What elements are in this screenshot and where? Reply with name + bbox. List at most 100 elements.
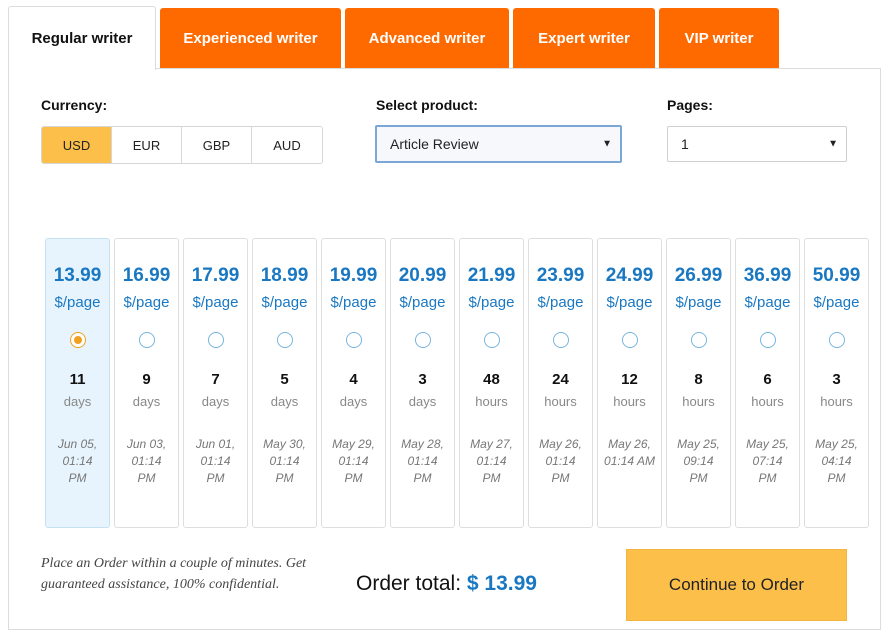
tab-expert-writer[interactable]: Expert writer	[513, 8, 655, 68]
deadline-radio[interactable]	[345, 332, 362, 348]
deadline-price-unit: $/page	[192, 294, 239, 311]
deadline-card[interactable]: 24.99 $/page 12 hours May 26, 01:14 AM	[597, 238, 662, 528]
deadline-card[interactable]: 13.99 $/page 11 days Jun 05, 01:14 PM	[45, 238, 110, 528]
deadline-amount: 7	[211, 371, 220, 388]
deadline-price: 17.99	[191, 265, 240, 286]
deadline-price: 36.99	[743, 265, 792, 286]
deadline-date-line: May 28,	[401, 437, 444, 451]
product-select[interactable]: Article Review ▼	[375, 125, 622, 163]
deadline-amount: 9	[142, 371, 151, 388]
deadline-card[interactable]: 20.99 $/page 3 days May 28, 01:14 PM	[390, 238, 455, 528]
deadline-card[interactable]: 26.99 $/page 8 hours May 25, 09:14 PM	[666, 238, 731, 528]
deadline-date-line: May 29,	[332, 437, 375, 451]
chevron-down-icon: ▼	[602, 138, 612, 150]
deadline-date: May 26, 01:14 AM	[600, 436, 659, 470]
deadline-radio[interactable]	[276, 332, 293, 348]
deadline-date-line: 01:14	[131, 454, 162, 468]
deadline-card[interactable]: 50.99 $/page 3 hours May 25, 04:14 PM	[804, 238, 869, 528]
deadline-date-line: PM	[137, 471, 156, 485]
deadline-date-line: Jun 03,	[126, 437, 167, 451]
currency-aud-button[interactable]: AUD	[252, 127, 322, 163]
deadline-date-line: May 25,	[746, 437, 789, 451]
deadline-date-line: 01:14	[338, 454, 369, 468]
pages-select[interactable]: 1 ▼	[667, 126, 847, 162]
order-total-value: $ 13.99	[466, 572, 537, 595]
deadline-date: May 26, 01:14 PM	[531, 436, 590, 487]
deadline-date-line: PM	[68, 471, 87, 485]
deadline-amount: 6	[763, 371, 772, 388]
tab-advanced-writer[interactable]: Advanced writer	[345, 8, 509, 68]
deadline-card[interactable]: 36.99 $/page 6 hours May 25, 07:14 PM	[735, 238, 800, 528]
deadline-date: May 25, 04:14 PM	[807, 436, 866, 487]
deadline-date-line: Jun 01,	[195, 437, 236, 451]
deadline-card[interactable]: 21.99 $/page 48 hours May 27, 01:14 PM	[459, 238, 524, 528]
deadline-date-line: Jun 05,	[57, 437, 98, 451]
tab-experienced-writer[interactable]: Experienced writer	[160, 8, 341, 68]
deadline-radio[interactable]	[690, 332, 707, 348]
deadline-radio[interactable]	[552, 332, 569, 348]
deadline-price-unit: $/page	[606, 294, 653, 311]
deadline-date-line: 01:14 AM	[604, 454, 655, 468]
continue-to-order-button[interactable]: Continue to Order	[626, 549, 847, 621]
tab-regular-writer[interactable]: Regular writer	[8, 6, 156, 70]
deadline-date-line: PM	[551, 471, 570, 485]
deadline-date: May 25, 07:14 PM	[738, 436, 797, 487]
deadline-price: 20.99	[398, 265, 447, 286]
deadline-radio[interactable]	[621, 332, 638, 348]
deadline-price: 21.99	[467, 265, 516, 286]
deadline-radio[interactable]	[759, 332, 776, 348]
deadline-unit: hours	[475, 394, 508, 409]
deadline-date: May 29, 01:14 PM	[324, 436, 383, 487]
deadline-date-line: PM	[689, 471, 708, 485]
deadline-options: 13.99 $/page 11 days Jun 05, 01:14 PM 16.99 $/pa…	[45, 238, 871, 528]
deadline-price: 24.99	[605, 265, 654, 286]
deadline-price-unit: $/page	[123, 294, 170, 311]
deadline-amount: 48	[483, 371, 500, 388]
product-label: Select product:	[376, 97, 478, 113]
deadline-date-line: May 25,	[815, 437, 858, 451]
pages-label: Pages:	[667, 97, 713, 113]
deadline-price: 23.99	[536, 265, 585, 286]
deadline-date-line: PM	[413, 471, 432, 485]
deadline-radio[interactable]	[138, 332, 155, 348]
deadline-date: Jun 03, 01:14 PM	[117, 436, 176, 487]
deadline-radio[interactable]	[69, 332, 86, 348]
deadline-amount: 11	[69, 371, 86, 388]
deadline-unit: days	[132, 394, 161, 409]
deadline-card[interactable]: 16.99 $/page 9 days Jun 03, 01:14 PM	[114, 238, 179, 528]
deadline-date-line: PM	[344, 471, 363, 485]
deadline-price-unit: $/page	[744, 294, 791, 311]
deadline-price: 50.99	[812, 265, 861, 286]
deadline-card[interactable]: 18.99 $/page 5 days May 30, 01:14 PM	[252, 238, 317, 528]
deadline-unit: days	[408, 394, 437, 409]
deadline-date-line: 09:14	[683, 454, 714, 468]
currency-usd-button[interactable]: USD	[42, 127, 112, 163]
deadline-date-line: PM	[206, 471, 225, 485]
deadline-date-line: May 27,	[470, 437, 513, 451]
deadline-price-unit: $/page	[813, 294, 860, 311]
deadline-date: Jun 01, 01:14 PM	[186, 436, 245, 487]
deadline-radio[interactable]	[207, 332, 224, 348]
deadline-date-line: May 26,	[539, 437, 582, 451]
deadline-unit: hours	[820, 394, 853, 409]
deadline-price-unit: $/page	[54, 294, 101, 311]
currency-gbp-button[interactable]: GBP	[182, 127, 252, 163]
deadline-amount: 12	[621, 371, 638, 388]
deadline-unit: days	[63, 394, 92, 409]
deadline-date-line: PM	[827, 471, 846, 485]
deadline-radio[interactable]	[414, 332, 431, 348]
currency-eur-button[interactable]: EUR	[112, 127, 182, 163]
writer-tabs: Regular writer Experienced writer Advanc…	[8, 6, 881, 70]
deadline-card[interactable]: 17.99 $/page 7 days Jun 01, 01:14 PM	[183, 238, 248, 528]
deadline-date: May 27, 01:14 PM	[462, 436, 521, 487]
tab-vip-writer[interactable]: VIP writer	[659, 8, 779, 68]
deadline-radio[interactable]	[483, 332, 500, 348]
deadline-card[interactable]: 19.99 $/page 4 days May 29, 01:14 PM	[321, 238, 386, 528]
deadline-radio[interactable]	[828, 332, 845, 348]
deadline-card[interactable]: 23.99 $/page 24 hours May 26, 01:14 PM	[528, 238, 593, 528]
product-select-value: Article Review	[390, 136, 479, 152]
deadline-date-line: PM	[758, 471, 777, 485]
deadline-date: May 28, 01:14 PM	[393, 436, 452, 487]
deadline-unit: hours	[613, 394, 646, 409]
deadline-date-line: 01:14	[407, 454, 438, 468]
